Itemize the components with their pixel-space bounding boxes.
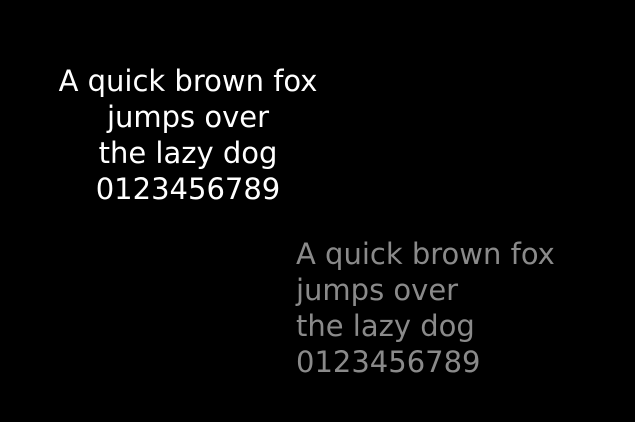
centered-text-block: A quick brown fox jumps over the lazy do… — [52, 63, 324, 207]
text-line: 0123456789 — [95, 172, 281, 206]
text-line: A quick brown fox — [58, 64, 318, 98]
text-line: 0123456789 — [296, 345, 481, 379]
text-line: jumps over — [106, 100, 270, 134]
text-line: A quick brown fox — [296, 237, 555, 271]
text-line: the lazy dog — [296, 309, 475, 343]
left-aligned-text-block: A quick brown fox jumps over the lazy do… — [296, 236, 555, 380]
text-line: jumps over — [296, 273, 459, 307]
text-line: the lazy dog — [98, 136, 278, 170]
